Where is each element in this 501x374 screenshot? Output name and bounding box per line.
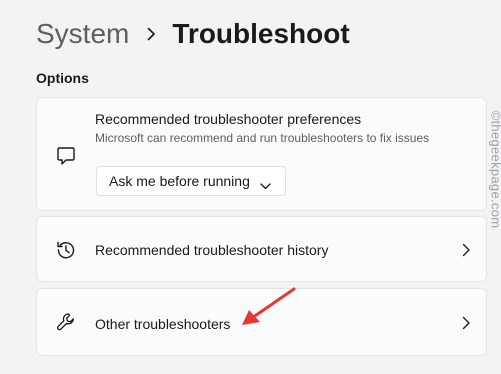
breadcrumb-system-link[interactable]: System bbox=[36, 18, 129, 50]
dropdown-selected-value: Ask me before running bbox=[109, 173, 250, 189]
troubleshooter-preferences-card: Recommended troubleshooter preferences M… bbox=[36, 97, 487, 211]
troubleshooter-preference-dropdown[interactable]: Ask me before running bbox=[96, 166, 286, 196]
breadcrumb: System Troubleshoot bbox=[36, 14, 350, 54]
page-title: Troubleshoot bbox=[172, 18, 350, 49]
section-title-options: Options bbox=[36, 70, 89, 86]
chevron-right-icon bbox=[461, 243, 471, 257]
history-title: Recommended troubleshooter history bbox=[95, 242, 329, 258]
annotation-arrow-icon bbox=[242, 287, 296, 325]
preferences-description: Microsoft can recommend and run troubles… bbox=[95, 131, 430, 145]
wrench-icon bbox=[55, 311, 77, 333]
chat-bubble-icon bbox=[55, 145, 77, 167]
watermark: ©thegeekpage.com bbox=[488, 110, 501, 229]
history-icon bbox=[55, 239, 77, 261]
other-troubleshooters-title: Other troubleshooters bbox=[95, 316, 231, 332]
preferences-title: Recommended troubleshooter preferences bbox=[95, 111, 362, 127]
chevron-down-icon bbox=[260, 177, 271, 195]
breadcrumb-chevron-icon bbox=[147, 27, 156, 41]
chevron-right-icon bbox=[461, 316, 471, 330]
troubleshooter-history-card[interactable]: Recommended troubleshooter history bbox=[36, 216, 487, 282]
